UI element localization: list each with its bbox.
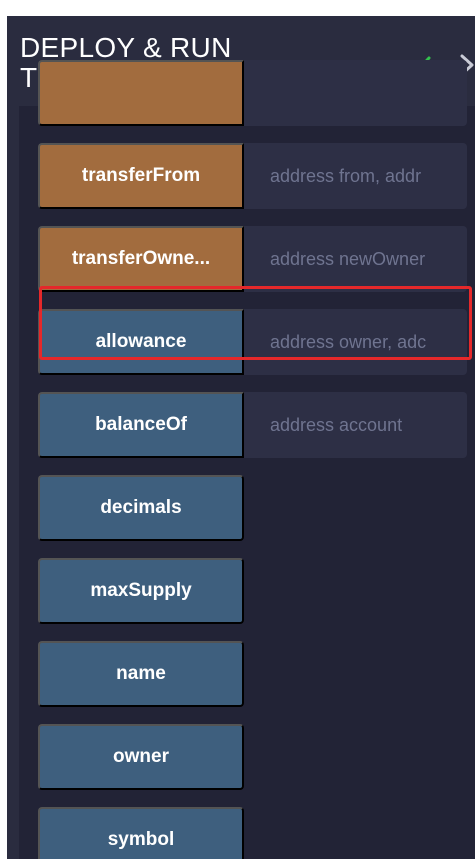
- function-row-balanceof: balanceOf: [38, 392, 473, 458]
- transferfrom-button[interactable]: transferFrom: [38, 143, 244, 209]
- function-row-maxsupply: maxSupply: [38, 558, 473, 624]
- function-row-symbol: symbol: [38, 807, 473, 859]
- deploy-run-panel: DEPLOY & RUN TRANSACTIONS transferFrom t…: [0, 0, 475, 859]
- function-row-transferfrom: transferFrom: [38, 143, 473, 209]
- transferownership-input[interactable]: [244, 226, 467, 292]
- maxsupply-button[interactable]: maxSupply: [38, 558, 244, 624]
- left-margin: [0, 0, 7, 859]
- function-row-owner: owner: [38, 724, 473, 790]
- decimals-button[interactable]: decimals: [38, 475, 244, 541]
- top-margin: [0, 0, 475, 16]
- panel-gutter: [7, 106, 19, 859]
- function-row-name: name: [38, 641, 473, 707]
- transferownership-button[interactable]: transferOwne...: [38, 226, 244, 292]
- owner-button[interactable]: owner: [38, 724, 244, 790]
- balanceof-input[interactable]: [244, 392, 467, 458]
- balanceof-button[interactable]: balanceOf: [38, 392, 244, 458]
- function-row: [38, 60, 473, 126]
- function-row-transferownership: transferOwne...: [38, 226, 473, 292]
- name-button[interactable]: name: [38, 641, 244, 707]
- function-args-input[interactable]: [244, 60, 467, 126]
- transferfrom-input[interactable]: [244, 143, 467, 209]
- function-row-decimals: decimals: [38, 475, 473, 541]
- functions-panel: transferFrom transferOwne... allowance b…: [7, 60, 475, 859]
- function-button[interactable]: [38, 60, 244, 126]
- symbol-button[interactable]: symbol: [38, 807, 244, 859]
- balanceof-highlight-box: [39, 286, 472, 360]
